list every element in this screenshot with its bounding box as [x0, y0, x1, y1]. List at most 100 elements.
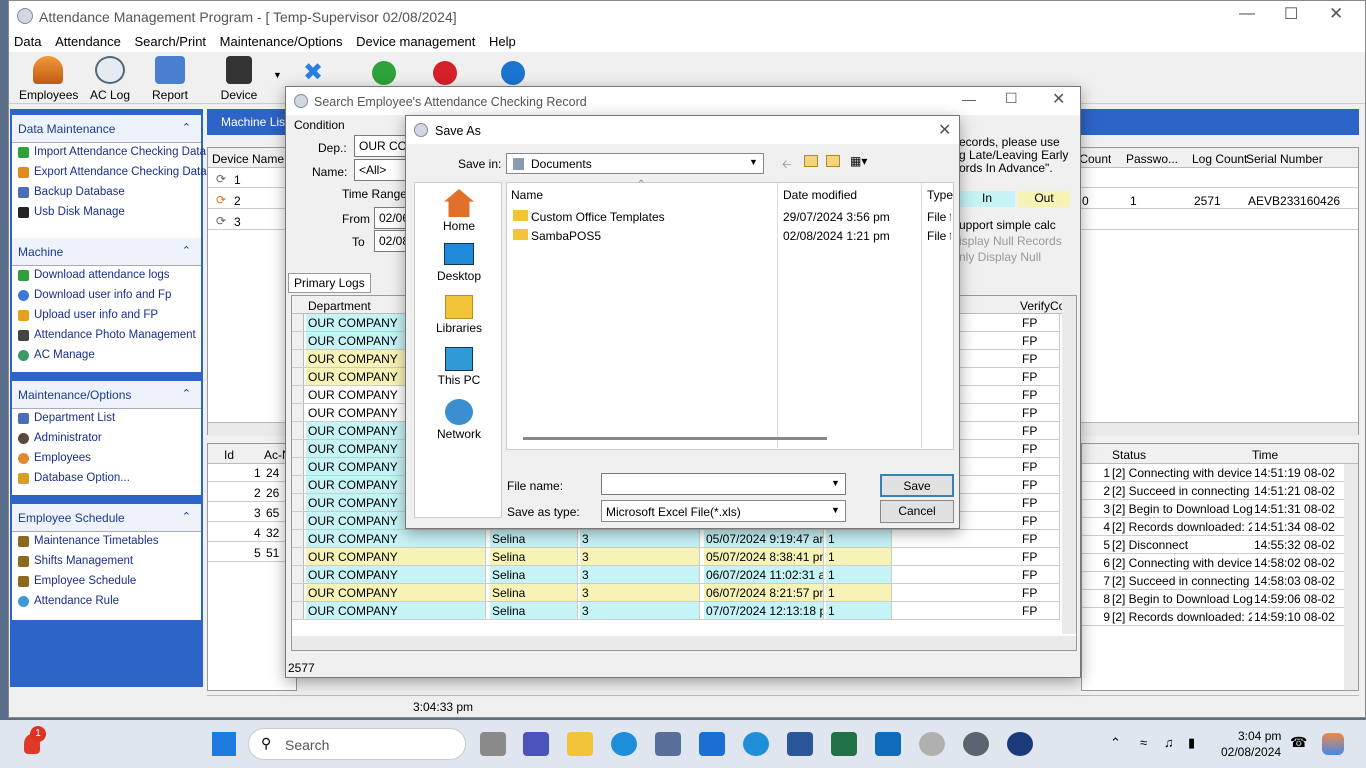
- start-icon[interactable]: [372, 61, 396, 85]
- outlook-icon[interactable]: [875, 732, 901, 756]
- record-row[interactable]: OUR COMPANY Selina 3 06/07/2024 8:21:57 pm 1…: [292, 584, 1060, 602]
- log-row[interactable]: 2 26: [208, 484, 296, 502]
- administrator-item[interactable]: Administrator: [12, 429, 201, 449]
- employees-item[interactable]: Employees: [12, 449, 201, 469]
- record-row[interactable]: OUR COMPANY Selina 3 05/07/2024 8:38:41 pm 1…: [292, 548, 1060, 566]
- menu-data[interactable]: Data: [9, 31, 46, 49]
- status-row[interactable]: 2 [2] Succeed in connecting wi 14:51:21 08…: [1082, 482, 1344, 500]
- cancel-button[interactable]: Cancel: [880, 500, 954, 523]
- word-icon[interactable]: [787, 732, 813, 756]
- menu-maintenance[interactable]: Maintenance/Options: [215, 31, 348, 49]
- employees-button[interactable]: Employees: [19, 56, 78, 102]
- copilot-icon[interactable]: [1322, 733, 1344, 755]
- log-row[interactable]: 1 24: [208, 464, 296, 482]
- place-this-pc[interactable]: This PC: [415, 343, 503, 393]
- menu-help[interactable]: Help: [484, 31, 521, 49]
- close-button[interactable]: ✕: [1052, 89, 1065, 109]
- record-row[interactable]: OUR COMPANY Selina 3 07/07/2024 12:13:18 pı…: [292, 602, 1060, 620]
- status-row[interactable]: 1 [2] Connecting with device,pl 14:51:19 0…: [1082, 464, 1344, 482]
- attendance-rule-item[interactable]: Attendance Rule: [12, 592, 201, 612]
- save-as-type-select[interactable]: Microsoft Excel File(*.xls) ▼: [601, 500, 846, 522]
- section-header[interactable]: Machine ⌃: [12, 238, 201, 266]
- save-button[interactable]: Save: [880, 474, 954, 497]
- collapse-icon[interactable]: ⌃: [182, 510, 191, 523]
- status-row[interactable]: 3 [2] Begin to Download Log 14:51:31 08-02: [1082, 500, 1344, 518]
- view-menu-icon[interactable]: ▦▾: [850, 154, 867, 168]
- task-view-icon[interactable]: [480, 732, 506, 756]
- device-button[interactable]: Device: [209, 56, 269, 102]
- battery-icon[interactable]: ▮: [1188, 735, 1195, 751]
- backup-database-item[interactable]: Backup Database: [12, 183, 201, 203]
- usb-disk-item[interactable]: Usb Disk Manage: [12, 203, 201, 223]
- section-header[interactable]: Data Maintenance ⌃: [12, 115, 201, 143]
- excel-icon[interactable]: [831, 732, 857, 756]
- close-button[interactable]: ✕: [1329, 4, 1343, 24]
- chevron-down-icon[interactable]: ▼: [831, 478, 840, 488]
- menu-search-print[interactable]: Search/Print: [130, 31, 212, 49]
- back-icon[interactable]: 🡠: [782, 155, 792, 176]
- bell-icon[interactable]: ☎: [1290, 734, 1307, 751]
- edge-icon[interactable]: [611, 732, 637, 756]
- download-user-item[interactable]: Download user info and Fp: [12, 286, 201, 306]
- wifi-icon[interactable]: ≈: [1140, 735, 1147, 750]
- database-option-item[interactable]: Database Option...: [12, 469, 201, 489]
- log-row[interactable]: 4 32: [208, 524, 296, 542]
- section-header[interactable]: Employee Schedule ⌃: [12, 504, 201, 532]
- volume-icon[interactable]: ♫: [1164, 735, 1174, 750]
- teamviewer-icon[interactable]: [1007, 732, 1033, 756]
- file-row[interactable]: Custom Office Templates 29/07/2024 3:56 …: [507, 207, 953, 226]
- teams-icon[interactable]: [523, 732, 549, 756]
- status-row[interactable]: 4 [2] Records downloaded: 25 14:51:34 08-0…: [1082, 518, 1344, 536]
- clock-date[interactable]: 02/08/2024: [1221, 745, 1281, 759]
- menu-device-management[interactable]: Device management: [351, 31, 480, 49]
- file-row[interactable]: SambaPOS5 02/08/2024 1:21 pm File fo: [507, 226, 953, 245]
- status-row[interactable]: 7 [2] Succeed in connecting wi 14:58:03 08…: [1082, 572, 1344, 590]
- file-list-scrollbar[interactable]: [523, 437, 827, 440]
- import-data-item[interactable]: Import Attendance Checking Data: [12, 143, 206, 163]
- records-hscrollbar[interactable]: [292, 636, 1076, 650]
- machine-list-tab[interactable]: Machine List: [221, 115, 288, 129]
- minimize-button[interactable]: —: [1239, 5, 1255, 23]
- section-header[interactable]: Maintenance/Options ⌃: [12, 381, 201, 409]
- status-row[interactable]: 6 [2] Connecting with device,pl 14:58:02 0…: [1082, 554, 1344, 572]
- place-home[interactable]: Home: [415, 185, 503, 235]
- maximize-button[interactable]: ☐: [1284, 4, 1298, 24]
- settings-icon[interactable]: [963, 732, 989, 756]
- collapse-icon[interactable]: ⌃: [182, 121, 191, 134]
- power-icon[interactable]: [501, 61, 525, 85]
- collapse-icon[interactable]: ⌃: [182, 387, 191, 400]
- help-icon[interactable]: [743, 732, 769, 756]
- department-list-item[interactable]: Department List: [12, 409, 201, 429]
- status-scrollbar[interactable]: [1344, 464, 1358, 690]
- ac-log-button[interactable]: AC Log: [83, 56, 137, 102]
- tab-primary-logs[interactable]: Primary Logs: [288, 273, 371, 293]
- close-button[interactable]: ✕: [938, 120, 951, 140]
- employee-schedule-item[interactable]: Employee Schedule: [12, 572, 201, 592]
- status-row[interactable]: 8 [2] Begin to Download Log 14:59:06 08-02: [1082, 590, 1344, 608]
- export-data-item[interactable]: Export Attendance Checking Data: [12, 163, 207, 183]
- shifts-item[interactable]: Shifts Management: [12, 552, 201, 572]
- record-row[interactable]: OUR COMPANY Selina 3 06/07/2024 11:02:31 an…: [292, 566, 1060, 584]
- upload-user-item[interactable]: Upload user info and FP: [12, 306, 201, 326]
- menu-attendance[interactable]: Attendance: [50, 31, 126, 49]
- myhp-icon[interactable]: [699, 732, 725, 756]
- taskbar-search[interactable]: ⚲ Search: [248, 728, 466, 760]
- log-row[interactable]: 5 51: [208, 544, 296, 562]
- stop-icon[interactable]: [433, 61, 457, 85]
- maximize-button[interactable]: ☐: [1005, 90, 1018, 107]
- report-button[interactable]: Report: [143, 56, 197, 102]
- chevron-up-icon[interactable]: ⌃: [1110, 735, 1121, 751]
- disconnect-icon[interactable]: ✖: [303, 58, 323, 87]
- status-row[interactable]: 5 [2] Disconnect 14:55:32 08-02: [1082, 536, 1344, 554]
- minimize-button[interactable]: —: [962, 91, 976, 107]
- file-explorer-icon[interactable]: [567, 732, 593, 756]
- device-dropdown-icon[interactable]: ▼: [273, 70, 282, 80]
- status-row[interactable]: 9 [2] Records downloaded: 25 14:59:10 08-0…: [1082, 608, 1344, 626]
- clock-time[interactable]: 3:04 pm: [1238, 729, 1281, 743]
- ac-manage-item[interactable]: AC Manage: [12, 346, 201, 366]
- timetables-item[interactable]: Maintenance Timetables: [12, 532, 201, 552]
- new-folder-icon[interactable]: [826, 155, 840, 167]
- up-folder-icon[interactable]: [804, 155, 818, 167]
- photo-management-item[interactable]: Attendance Photo Management: [12, 326, 201, 346]
- log-row[interactable]: 3 65: [208, 504, 296, 522]
